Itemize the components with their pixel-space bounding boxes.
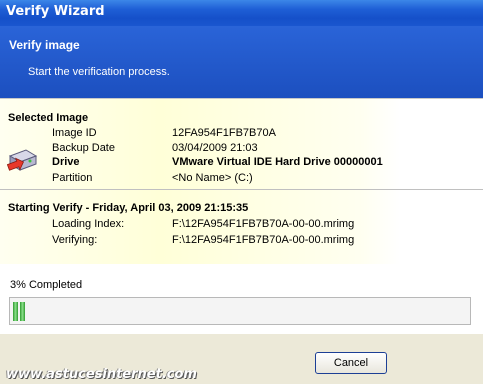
verify-heading: Starting Verify - Friday, April 03, 2009… — [8, 202, 249, 214]
drive-value: VMware Virtual IDE Hard Drive 00000001 — [172, 156, 383, 168]
title-bar: Verify Wizard — [0, 0, 483, 26]
selected-image-heading: Selected Image — [8, 112, 89, 124]
loading-index-value: F:\12FA954F1FB7B70A-00-00.mrimg — [172, 218, 355, 230]
loading-index-label: Loading Index: — [52, 218, 125, 230]
progress-chunk — [13, 302, 18, 321]
progress-label: 3% Completed — [10, 279, 83, 291]
verifying-value: F:\12FA954F1FB7B70A-00-00.mrimg — [172, 234, 355, 246]
section-divider — [0, 189, 483, 190]
header-subtitle: Start the verification process. — [28, 66, 170, 78]
partition-label: Partition — [52, 172, 93, 184]
image-id-value: 12FA954F1FB7B70A — [172, 127, 276, 139]
drive-label: Drive — [52, 156, 80, 168]
hard-drive-icon — [6, 149, 38, 171]
verifying-label: Verifying: — [52, 234, 98, 246]
progress-chunk — [20, 302, 25, 321]
image-id-label: Image ID — [52, 127, 97, 139]
watermark: www.astucesinternet.com — [6, 367, 197, 382]
window-title: Verify Wizard — [6, 4, 105, 19]
cancel-button[interactable]: Cancel — [315, 352, 387, 374]
progress-bar — [9, 297, 471, 325]
content-panel: Selected Image Image ID 12FA954F1FB7B70A… — [0, 98, 483, 334]
partition-value: <No Name> (C:) — [172, 172, 253, 184]
progress-fill — [13, 302, 25, 321]
wizard-header: Verify image Start the verification proc… — [0, 26, 483, 98]
backup-date-label: Backup Date — [52, 142, 115, 154]
backup-date-value: 03/04/2009 21:03 — [172, 142, 258, 154]
header-title: Verify image — [9, 38, 80, 52]
